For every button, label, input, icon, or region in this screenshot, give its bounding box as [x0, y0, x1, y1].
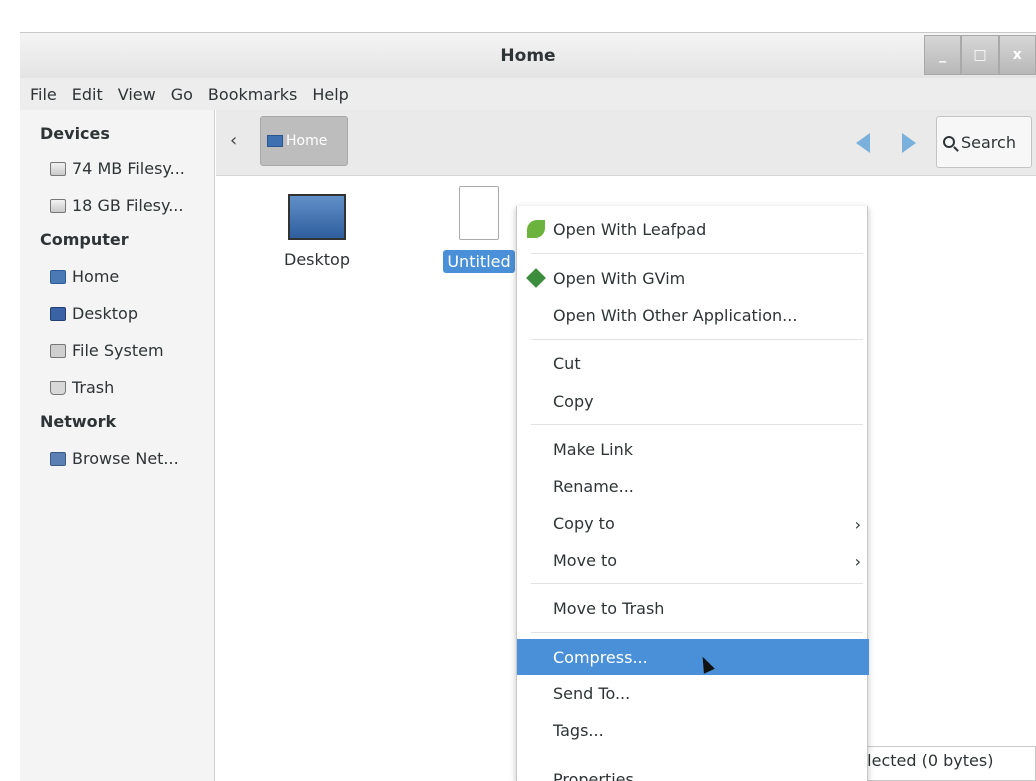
sidebar: Devices 74 MB Filesy... 18 GB Filesy... … [20, 110, 215, 781]
menu-separator [531, 632, 863, 633]
path-bar-home[interactable]: Home [260, 116, 348, 166]
sidebar-item-label: Desktop [72, 304, 138, 323]
menu-bookmarks[interactable]: Bookmarks [208, 85, 297, 104]
menu-file[interactable]: File [30, 85, 57, 104]
file-system-icon [50, 343, 66, 358]
menu-item-label: Make Link [553, 439, 633, 459]
back-path-button[interactable]: ‹ [230, 130, 237, 151]
menu-item-copy-to[interactable]: Copy to › [517, 506, 869, 540]
titlebar[interactable]: Home _ □ x [20, 32, 1036, 78]
sidebar-item-browse-network[interactable]: Browse Net... [20, 440, 214, 477]
status-bar: selected (0 bytes) [842, 746, 1036, 781]
menu-item-label: Cut [553, 353, 581, 373]
menu-go[interactable]: Go [171, 85, 193, 104]
trash-icon [50, 380, 66, 395]
file-label: Desktop [284, 250, 350, 269]
menu-item-tags[interactable]: Tags... [517, 713, 869, 747]
maximize-button[interactable]: □ [961, 35, 999, 75]
search-icon [943, 136, 955, 148]
network-icon [50, 451, 66, 466]
menu-item-move-to-trash[interactable]: Move to Trash [517, 591, 869, 625]
menu-item-compress[interactable]: Compress... [517, 639, 869, 675]
file-label-selected: Untitled [443, 250, 515, 273]
sidebar-item-label: Trash [72, 378, 115, 397]
menu-item-send-to[interactable]: Send To... [517, 676, 869, 710]
menubar: File Edit View Go Bookmarks Help [20, 78, 1036, 110]
menu-item-label: Copy to [553, 513, 615, 533]
drive-icon [50, 198, 66, 213]
window-title: Home [500, 46, 556, 66]
menu-separator [531, 583, 863, 584]
leafpad-icon [527, 220, 545, 238]
menu-item-make-link[interactable]: Make Link [517, 432, 869, 466]
menu-view[interactable]: View [118, 85, 156, 104]
menu-item-properties[interactable]: Properties [517, 762, 869, 781]
search-label: Search [961, 132, 1016, 152]
menu-item-copy[interactable]: Copy [517, 384, 869, 418]
minimize-button[interactable]: _ [924, 35, 962, 75]
toolbar: ‹ Home Search [216, 110, 1036, 176]
desktop-folder-icon [50, 306, 66, 321]
menu-item-label: Open With GVim [553, 268, 686, 288]
forward-arrow-icon[interactable] [902, 133, 916, 153]
sidebar-item-label: 74 MB Filesy... [72, 159, 185, 178]
file-item-desktop[interactable]: Desktop [272, 194, 362, 269]
menu-help[interactable]: Help [312, 85, 348, 104]
menu-item-label: Properties [553, 769, 634, 781]
desktop-folder-icon [288, 194, 346, 240]
context-menu: Open With Leafpad Open With GVim Open Wi… [516, 206, 869, 781]
sidebar-item-device-74mb[interactable]: 74 MB Filesy... [20, 150, 214, 187]
home-icon [267, 135, 283, 147]
menu-item-open-with-leafpad[interactable]: Open With Leafpad [517, 212, 869, 246]
file-item-untitled[interactable]: Untitled [434, 186, 524, 273]
sidebar-item-home[interactable]: Home [20, 258, 214, 295]
path-label: Home [286, 133, 328, 149]
sidebar-item-label: 18 GB Filesy... [72, 196, 184, 215]
menu-item-label: Tags... [553, 720, 604, 740]
menu-item-move-to[interactable]: Move to › [517, 543, 869, 577]
window-controls: _ □ x [924, 35, 1036, 75]
chevron-right-icon: › [854, 552, 861, 571]
sidebar-item-trash[interactable]: Trash [20, 369, 214, 406]
menu-item-open-with-gvim[interactable]: Open With GVim [517, 261, 869, 295]
sidebar-item-device-18gb[interactable]: 18 GB Filesy... [20, 187, 214, 224]
sidebar-item-desktop[interactable]: Desktop [20, 295, 214, 332]
search-button[interactable]: Search [936, 116, 1032, 168]
sidebar-item-file-system[interactable]: File System [20, 332, 214, 369]
menu-item-label: Move to Trash [553, 598, 665, 618]
document-icon [459, 186, 499, 240]
menu-item-label: Open With Leafpad [553, 219, 707, 239]
home-folder-icon [50, 269, 66, 284]
menu-separator [531, 339, 863, 340]
menu-edit[interactable]: Edit [72, 85, 103, 104]
drive-icon [50, 161, 66, 176]
menu-item-label: Open With Other Application... [553, 305, 798, 325]
menu-item-rename[interactable]: Rename... [517, 469, 869, 503]
menu-item-label: Compress... [553, 647, 648, 667]
sidebar-item-label: Home [72, 267, 120, 286]
menu-separator [531, 424, 863, 425]
menu-item-open-with-other[interactable]: Open With Other Application... [517, 298, 869, 332]
close-button[interactable]: x [998, 35, 1036, 75]
chevron-right-icon: › [854, 515, 861, 534]
menu-separator [531, 253, 863, 254]
menu-item-cut[interactable]: Cut [517, 346, 869, 380]
sidebar-item-label: Browse Net... [72, 449, 179, 468]
menu-item-label: Send To... [553, 683, 631, 703]
back-arrow-icon[interactable] [856, 133, 870, 153]
gvim-icon [526, 268, 546, 288]
sidebar-item-label: File System [72, 341, 164, 360]
menu-item-label: Copy [553, 391, 594, 411]
menu-item-label: Move to [553, 550, 618, 570]
menu-item-label: Rename... [553, 476, 634, 496]
